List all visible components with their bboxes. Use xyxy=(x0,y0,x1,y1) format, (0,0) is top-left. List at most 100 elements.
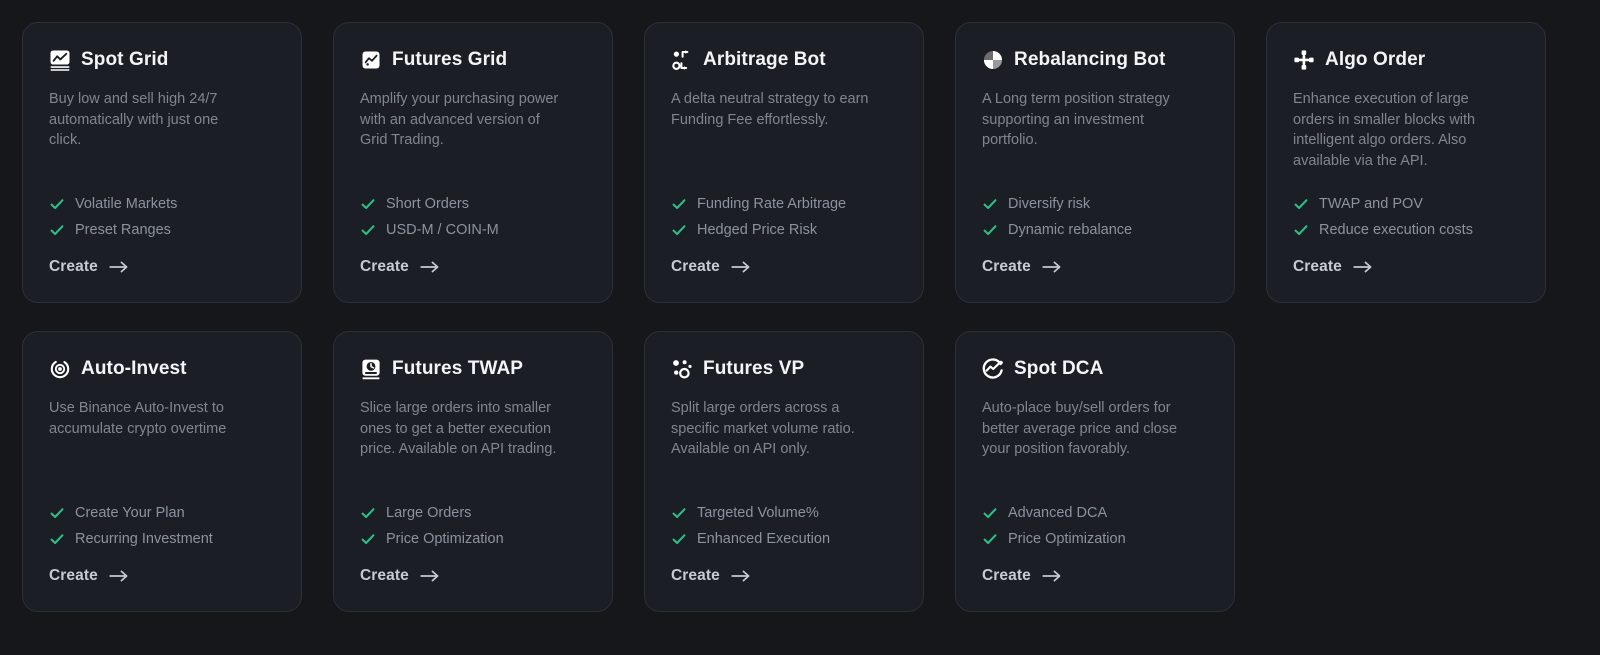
check-icon xyxy=(1293,222,1309,238)
card-title: Auto-Invest xyxy=(81,358,187,379)
check-icon xyxy=(982,531,998,547)
feature-label: Volatile Markets xyxy=(75,196,178,212)
create-label: Create xyxy=(49,567,98,584)
check-icon xyxy=(360,531,376,547)
feature-item: USD-M / COIN-M xyxy=(360,222,586,238)
feature-list: Create Your Plan Recurring Investment xyxy=(49,505,275,547)
card-description: Amplify your purchasing power with an ad… xyxy=(360,91,559,148)
arrow-right-icon xyxy=(109,569,129,583)
arrow-right-icon xyxy=(1042,260,1062,274)
feature-item: Price Optimization xyxy=(982,531,1208,547)
card-spacer xyxy=(671,460,897,506)
strategy-card[interactable]: Futures Grid Amplify your purchasing powe… xyxy=(333,22,613,303)
arrow-right-icon xyxy=(109,260,129,274)
check-icon xyxy=(671,222,687,238)
card-title: Futures Grid xyxy=(392,49,508,70)
arrow-right-icon xyxy=(731,569,751,583)
feature-list: Volatile Markets Preset Ranges xyxy=(49,196,275,238)
arrow-right-icon xyxy=(420,260,440,274)
card-header: Rebalancing Bot xyxy=(982,49,1208,71)
clock-square-icon xyxy=(360,358,382,380)
card-header: Futures Grid xyxy=(360,49,586,71)
strategy-card[interactable]: Auto-Invest Use Binance Auto-Invest to ac… xyxy=(22,331,302,612)
card-header: Arbitrage Bot xyxy=(671,49,897,71)
create-button[interactable]: Create xyxy=(49,258,129,276)
card-spacer xyxy=(982,151,1208,197)
check-icon xyxy=(671,196,687,212)
feature-item: Reduce execution costs xyxy=(1293,222,1519,238)
feature-label: Hedged Price Risk xyxy=(697,222,818,238)
feature-label: Advanced DCA xyxy=(1008,505,1108,521)
create-label: Create xyxy=(49,258,98,275)
check-icon xyxy=(982,505,998,521)
feature-item: Volatile Markets xyxy=(49,196,275,212)
card-header: Spot DCA xyxy=(982,358,1208,380)
feature-item: TWAP and POV xyxy=(1293,196,1519,212)
strategy-card[interactable]: Rebalancing Bot A Long term position stra… xyxy=(955,22,1235,303)
card-description: A delta neutral strategy to earn Funding… xyxy=(671,91,869,128)
create-label: Create xyxy=(360,567,409,584)
volume-dots-icon xyxy=(671,358,693,380)
card-header: Algo Order xyxy=(1293,49,1519,71)
feature-label: Diversify risk xyxy=(1008,196,1091,212)
strategy-card[interactable]: Futures VP Split large orders across a sp… xyxy=(644,331,924,612)
feature-list: Diversify risk Dynamic rebalance xyxy=(982,196,1208,238)
create-button[interactable]: Create xyxy=(982,567,1062,585)
create-button[interactable]: Create xyxy=(671,258,751,276)
feature-list: Targeted Volume% Enhanced Execution xyxy=(671,505,897,547)
card-description: Slice large orders into smaller ones to … xyxy=(360,400,557,457)
feature-item: Price Optimization xyxy=(360,531,586,547)
check-icon xyxy=(360,222,376,238)
feature-item: Diversify risk xyxy=(982,196,1208,212)
arbitrage-nodes-icon xyxy=(671,49,693,71)
create-label: Create xyxy=(671,258,720,275)
card-title: Futures VP xyxy=(703,358,805,379)
create-button[interactable]: Create xyxy=(360,567,440,585)
strategy-card[interactable]: Spot DCA Auto-place buy/sell orders for b… xyxy=(955,331,1235,612)
strategy-card[interactable]: Spot Grid Buy low and sell high 24/7 auto… xyxy=(22,22,302,303)
feature-label: Short Orders xyxy=(386,196,469,212)
feature-label: Create Your Plan xyxy=(75,505,185,521)
feature-label: TWAP and POV xyxy=(1319,196,1423,212)
feature-label: Funding Rate Arbitrage xyxy=(697,196,847,212)
create-label: Create xyxy=(1293,258,1342,275)
card-description: Auto-place buy/sell orders for better av… xyxy=(982,400,1178,457)
create-button[interactable]: Create xyxy=(360,258,440,276)
feature-item: Create Your Plan xyxy=(49,505,275,521)
card-title: Rebalancing Bot xyxy=(1014,49,1166,70)
feature-item: Recurring Investment xyxy=(49,531,275,547)
line-chart-square-icon xyxy=(49,49,71,71)
strategy-card[interactable]: Arbitrage Bot A delta neutral strategy to… xyxy=(644,22,924,303)
feature-item: Funding Rate Arbitrage xyxy=(671,196,897,212)
check-icon xyxy=(49,222,65,238)
check-icon xyxy=(49,196,65,212)
card-description: Use Binance Auto-Invest to accumulate cr… xyxy=(49,400,227,437)
create-button[interactable]: Create xyxy=(982,258,1062,276)
check-icon xyxy=(360,505,376,521)
create-button[interactable]: Create xyxy=(49,567,129,585)
create-label: Create xyxy=(360,258,409,275)
algo-nodes-cross-icon xyxy=(1293,49,1315,71)
card-header: Futures TWAP xyxy=(360,358,586,380)
feature-label: USD-M / COIN-M xyxy=(386,222,499,238)
feature-label: Enhanced Execution xyxy=(697,531,831,547)
card-spacer xyxy=(982,460,1208,506)
pie-segments-icon xyxy=(982,49,1004,71)
check-icon xyxy=(360,196,376,212)
card-title: Futures TWAP xyxy=(392,358,524,379)
strategy-card[interactable]: Algo Order Enhance execution of large ord… xyxy=(1266,22,1546,303)
feature-label: Large Orders xyxy=(386,505,472,521)
feature-label: Dynamic rebalance xyxy=(1008,222,1133,238)
strategy-card[interactable]: Futures TWAP Slice large orders into smal… xyxy=(333,331,613,612)
feature-label: Price Optimization xyxy=(386,531,504,547)
create-button[interactable]: Create xyxy=(671,567,751,585)
feature-label: Targeted Volume% xyxy=(697,505,819,521)
card-description: A Long term position strategy supporting… xyxy=(982,91,1170,148)
card-spacer xyxy=(360,460,586,506)
card-description: Enhance execution of large orders in sma… xyxy=(1293,91,1476,169)
dca-swirl-icon xyxy=(982,358,1004,380)
card-spacer xyxy=(671,130,897,196)
feature-list: TWAP and POV Reduce execution costs xyxy=(1293,196,1519,238)
create-label: Create xyxy=(671,567,720,584)
create-button[interactable]: Create xyxy=(1293,258,1373,276)
